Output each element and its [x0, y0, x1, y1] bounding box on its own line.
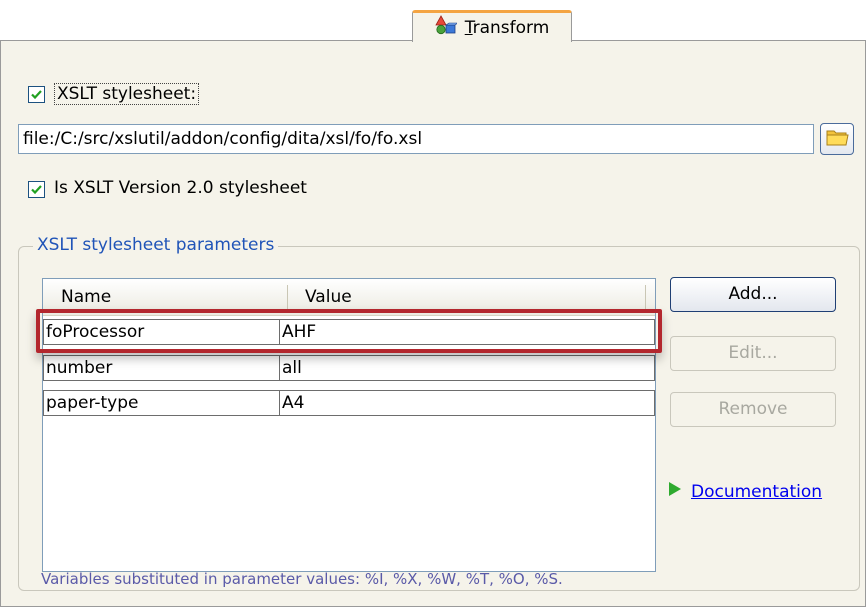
column-divider[interactable]	[645, 285, 646, 311]
tab-transform-label: Transform	[464, 17, 550, 38]
params-group-title: XSLT stylesheet parameters	[33, 235, 279, 255]
tab-transform[interactable]: Transform	[412, 10, 572, 42]
add-button[interactable]: Add...	[670, 277, 836, 312]
column-divider[interactable]	[287, 285, 288, 311]
cell-value: all	[279, 355, 655, 381]
row-highlight-box	[36, 309, 662, 353]
table-row[interactable]: paper-type A4	[43, 390, 655, 416]
variables-note: Variables substituted in parameter value…	[41, 570, 563, 588]
documentation-label: Documentation	[691, 481, 823, 502]
documentation-link[interactable]: Documentation	[668, 481, 822, 502]
cell-name: paper-type	[43, 390, 280, 416]
cell-name: number	[43, 355, 280, 381]
table-row[interactable]: number all	[43, 355, 655, 381]
xslt-version-checkbox[interactable]	[28, 181, 45, 198]
shapes-icon	[435, 15, 459, 40]
checkmark-icon	[31, 185, 42, 195]
remove-button[interactable]: Remove	[670, 392, 836, 427]
xslt-stylesheet-checkbox[interactable]	[28, 86, 45, 103]
stylesheet-path-input[interactable]: file:/C:/src/xslutil/addon/config/dita/x…	[18, 124, 814, 154]
edit-button[interactable]: Edit...	[670, 336, 836, 371]
xslt-version-label[interactable]: Is XSLT Version 2.0 stylesheet	[54, 178, 307, 198]
play-arrow-icon	[668, 481, 682, 502]
xslt-stylesheet-label[interactable]: XSLT stylesheet:	[54, 83, 200, 105]
browse-button[interactable]	[820, 123, 854, 155]
checkmark-icon	[31, 90, 42, 100]
cell-value: A4	[279, 390, 655, 416]
folder-icon	[825, 127, 849, 152]
